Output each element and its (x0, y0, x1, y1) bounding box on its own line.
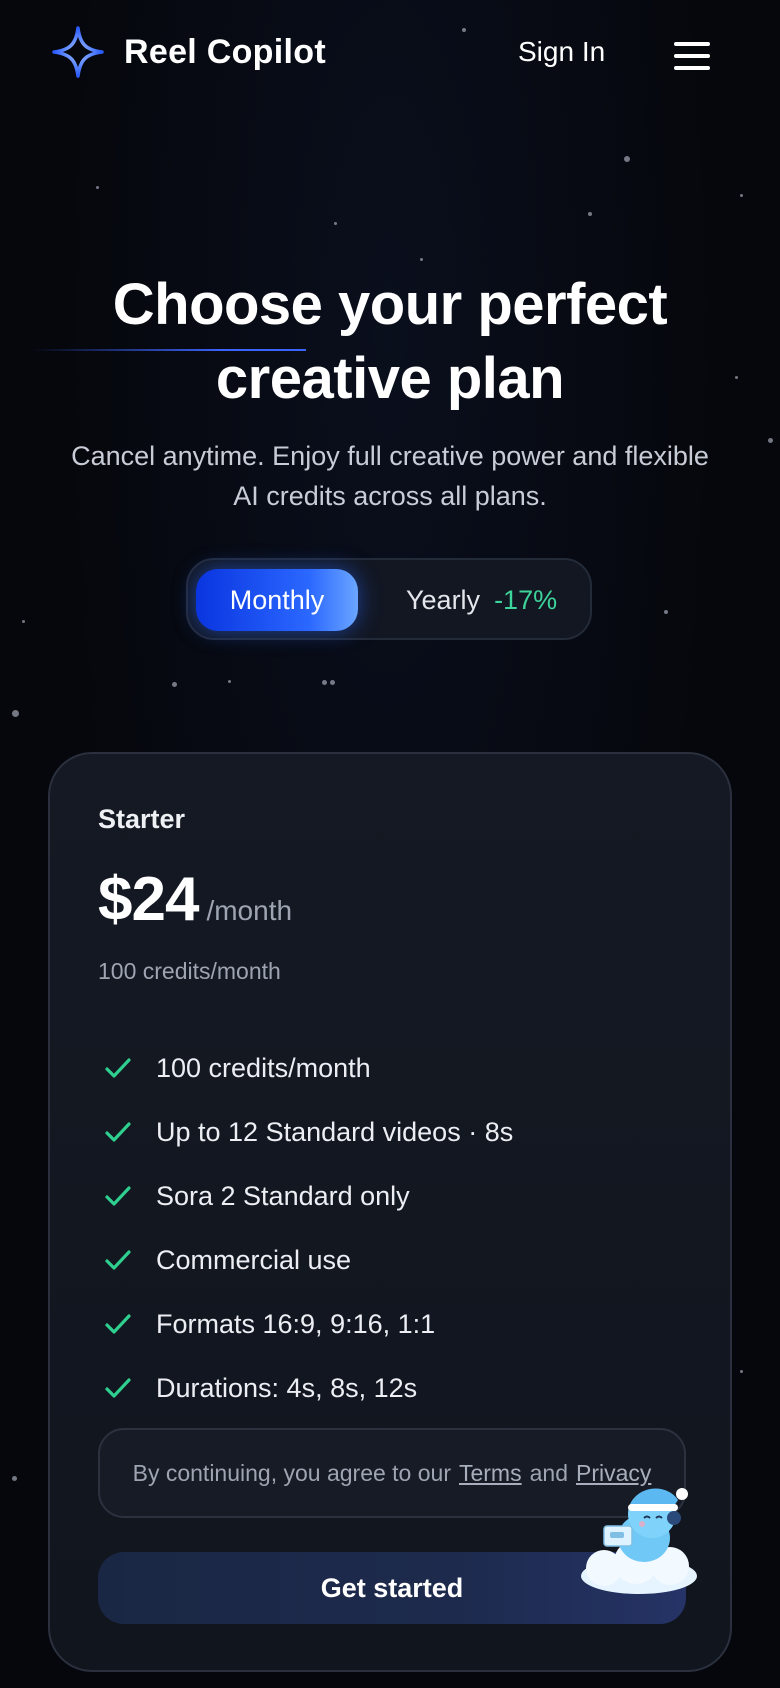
top-navigation: Reel Copilot Sign In (0, 0, 780, 110)
checkmark-icon (105, 1250, 131, 1270)
terms-conjunction: and (529, 1459, 568, 1486)
title-line-1: Choose your perfect (112, 272, 668, 337)
sign-in-link[interactable]: Sign In (518, 36, 605, 68)
subtitle-line-2: AI credits across all plans. (233, 481, 547, 511)
feature-text: Up to 12 Standard videos · 8s (156, 1116, 514, 1147)
subtitle-line-1: Cancel anytime. Enjoy full creative powe… (71, 441, 709, 471)
feature-item: Commercial use (98, 1228, 513, 1292)
feature-item: 100 credits/month (98, 1036, 513, 1100)
plan-price-row: $24 /month (98, 864, 292, 935)
decorative-accent-line (30, 349, 306, 351)
hamburger-menu-icon[interactable] (674, 42, 710, 70)
page-subtitle: Cancel anytime. Enjoy full creative powe… (40, 436, 740, 516)
yearly-discount-badge: -17% (494, 584, 558, 615)
feature-item: Durations: 4s, 8s, 12s (98, 1356, 513, 1420)
yearly-option[interactable]: Yearly -17% (406, 569, 557, 631)
feature-text: Formats 16:9, 9:16, 1:1 (156, 1308, 436, 1339)
feature-item: Up to 12 Standard videos · 8s (98, 1100, 513, 1164)
checkmark-icon (105, 1378, 131, 1398)
feature-text: 100 credits/month (156, 1052, 371, 1083)
brand-name: Reel Copilot (124, 32, 326, 71)
feature-text: Commercial use (156, 1244, 352, 1275)
feature-item: Formats 16:9, 9:16, 1:1 (98, 1292, 513, 1356)
support-mascot-icon[interactable] (574, 1476, 704, 1602)
feature-item: Sora 2 Standard only (98, 1164, 513, 1228)
checkmark-icon (105, 1122, 131, 1142)
checkmark-icon (105, 1186, 131, 1206)
brand-logo[interactable]: Reel Copilot (52, 26, 326, 78)
plan-name: Starter (98, 804, 186, 834)
monthly-option[interactable]: Monthly (196, 569, 358, 631)
plan-price: $24 (98, 865, 199, 934)
page-title: Choose your perfect creative plan (0, 268, 780, 416)
billing-period-toggle: Monthly Yearly -17% (186, 558, 592, 640)
sparkle-star-icon (52, 26, 104, 78)
feature-text: Durations: 4s, 8s, 12s (156, 1372, 418, 1403)
plan-credits: 100 credits/month (98, 958, 281, 984)
terms-prefix: By continuing, you agree to our (132, 1459, 451, 1486)
feature-list: 100 credits/month Up to 12 Standard vide… (98, 1036, 513, 1420)
plan-period: /month (206, 895, 293, 926)
checkmark-icon (105, 1058, 131, 1078)
checkmark-icon (105, 1314, 131, 1334)
yearly-label: Yearly (406, 584, 481, 615)
title-line-2: creative plan (215, 346, 565, 411)
feature-text: Sora 2 Standard only (156, 1180, 410, 1211)
terms-link[interactable]: Terms (459, 1460, 522, 1487)
